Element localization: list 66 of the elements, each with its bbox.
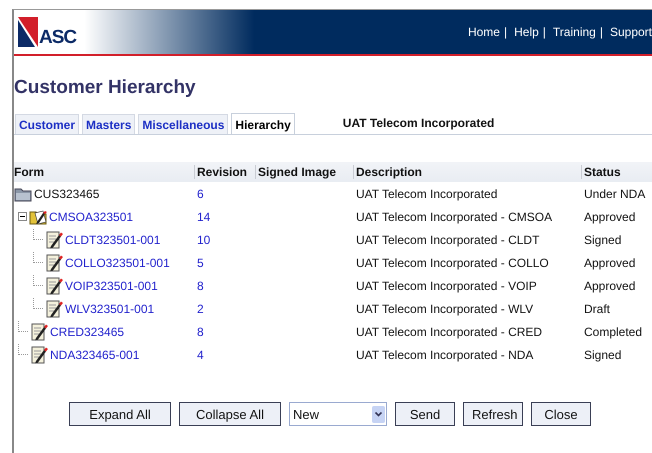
button[interactable]: Collapse All xyxy=(179,402,281,426)
document-edit-icon xyxy=(30,346,48,364)
document-edit-icon xyxy=(45,300,63,318)
nav-link[interactable]: Home xyxy=(468,25,500,39)
status-cell: Signed xyxy=(584,232,622,246)
tab[interactable]: Hierarchy xyxy=(231,113,295,134)
revision-link[interactable]: 8 xyxy=(197,324,204,338)
logo-text: ASC xyxy=(39,28,76,47)
button[interactable]: Refresh xyxy=(463,402,523,426)
form-link[interactable]: CLDT323501-001 xyxy=(65,232,160,246)
tab[interactable]: Customer xyxy=(15,114,80,134)
revision-link[interactable]: 10 xyxy=(197,232,210,246)
form-link[interactable]: CRED323465 xyxy=(50,324,124,338)
description-cell: UAT Telecom Incorporated - CMSOA xyxy=(356,210,552,224)
status-cell: Under NDA xyxy=(584,186,646,200)
status-cell: Approved xyxy=(584,256,636,270)
revision-link[interactable]: 5 xyxy=(197,256,204,270)
form-name: CUS323465 xyxy=(34,186,100,200)
form-link[interactable]: NDA323465-001 xyxy=(50,348,140,362)
collapse-toggle-icon[interactable] xyxy=(18,212,27,221)
column-header: Description xyxy=(353,165,584,179)
form-link[interactable]: WLV323501-001 xyxy=(65,302,154,316)
nav-link[interactable]: Support xyxy=(610,25,652,39)
customer-name: UAT Telecom Incorporated xyxy=(342,116,494,132)
nav-link[interactable]: Help xyxy=(514,25,539,39)
column-header: Revision xyxy=(194,165,258,179)
document-edit-icon xyxy=(45,254,63,272)
nav-link[interactable]: Training xyxy=(552,25,596,39)
revision-link[interactable]: 8 xyxy=(197,278,204,292)
select-field[interactable]: New xyxy=(289,402,387,426)
button[interactable]: Expand All xyxy=(69,402,171,426)
folder-icon xyxy=(29,208,47,226)
document-edit-icon xyxy=(45,230,63,248)
nav-separator: | xyxy=(504,25,508,39)
status-cell: Completed xyxy=(584,324,642,338)
button[interactable]: Close xyxy=(531,402,591,426)
status-cell: Approved xyxy=(584,210,636,224)
revision-link[interactable]: 4 xyxy=(197,348,204,362)
page-title: Customer Hierarchy xyxy=(14,76,197,100)
revision-link[interactable]: 6 xyxy=(197,186,204,200)
description-cell: UAT Telecom Incorporated - CLDT xyxy=(356,232,540,246)
description-cell: UAT Telecom Incorporated - COLLO xyxy=(356,256,549,270)
document-edit-icon xyxy=(30,322,48,340)
description-cell: UAT Telecom Incorporated - CRED xyxy=(356,324,542,338)
revision-link[interactable]: 2 xyxy=(197,302,204,316)
status-cell: Signed xyxy=(584,348,622,362)
column-header: Status xyxy=(581,165,652,179)
logo-mark-icon xyxy=(18,17,38,47)
description-cell: UAT Telecom Incorporated xyxy=(356,186,498,200)
button[interactable]: Send xyxy=(395,402,455,426)
document-edit-icon xyxy=(45,276,63,294)
column-header: Form xyxy=(14,165,45,179)
form-link[interactable]: COLLO323501-001 xyxy=(65,256,170,270)
nav-separator: | xyxy=(600,25,603,39)
status-cell: Approved xyxy=(584,278,636,292)
description-cell: UAT Telecom Incorporated - WLV xyxy=(356,302,534,316)
column-header: Signed Image xyxy=(255,165,356,179)
revision-link[interactable]: 14 xyxy=(197,210,210,224)
nav-separator: | xyxy=(542,25,546,39)
description-cell: UAT Telecom Incorporated - NDA xyxy=(356,348,534,362)
tab[interactable]: Miscellaneous xyxy=(138,114,228,134)
form-link[interactable]: CMSOA323501 xyxy=(49,210,134,224)
form-link[interactable]: VOIP323501-001 xyxy=(65,278,158,292)
tab[interactable]: Masters xyxy=(82,114,136,134)
status-cell: Draft xyxy=(584,302,610,316)
description-cell: UAT Telecom Incorporated - VOIP xyxy=(356,278,537,292)
